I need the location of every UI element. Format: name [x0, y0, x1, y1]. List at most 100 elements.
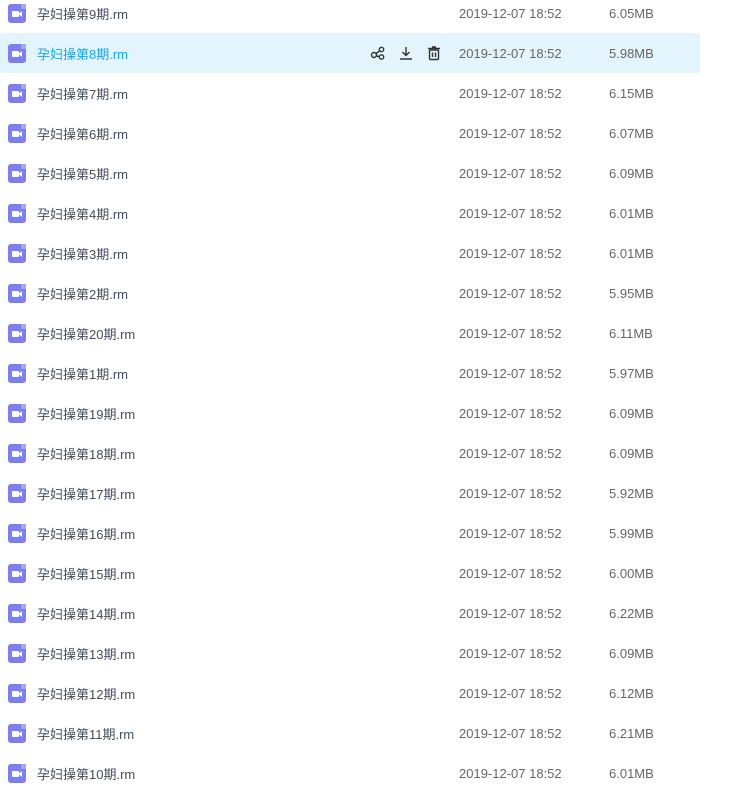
- file-name[interactable]: 孕妇操第10期.rm: [37, 764, 135, 783]
- file-size: 5.97MB: [609, 365, 654, 381]
- video-file-icon: [8, 164, 26, 183]
- file-size: 6.09MB: [609, 645, 654, 661]
- file-date: 2019-12-07 18:52: [459, 365, 562, 381]
- file-size: 6.21MB: [609, 725, 654, 741]
- file-size: 5.95MB: [609, 285, 654, 301]
- file-row[interactable]: 孕妇操第9期.rm 2019-12-07 18:52 6.05MB: [0, 0, 700, 33]
- file-row[interactable]: 孕妇操第19期.rm 2019-12-07 18:52 6.09MB: [0, 393, 700, 433]
- file-size: 6.07MB: [609, 125, 654, 141]
- file-date: 2019-12-07 18:52: [459, 165, 562, 181]
- download-icon[interactable]: [398, 45, 414, 61]
- file-row[interactable]: 孕妇操第10期.rm 2019-12-07 18:52 6.01MB: [0, 753, 700, 793]
- video-file-icon: [8, 724, 26, 743]
- file-row[interactable]: 孕妇操第11期.rm 2019-12-07 18:52 6.21MB: [0, 713, 700, 753]
- file-name[interactable]: 孕妇操第18期.rm: [37, 444, 135, 463]
- file-size: 5.92MB: [609, 485, 654, 501]
- video-file-icon: [8, 204, 26, 223]
- file-row[interactable]: 孕妇操第4期.rm 2019-12-07 18:52 6.01MB: [0, 193, 700, 233]
- file-date: 2019-12-07 18:52: [459, 85, 562, 101]
- file-row[interactable]: 孕妇操第3期.rm 2019-12-07 18:52 6.01MB: [0, 233, 700, 273]
- video-file-icon: [8, 404, 26, 423]
- delete-icon[interactable]: [426, 45, 442, 61]
- video-file-icon: [8, 444, 26, 463]
- file-name[interactable]: 孕妇操第17期.rm: [37, 484, 135, 503]
- file-row[interactable]: 孕妇操第2期.rm 2019-12-07 18:52 5.95MB: [0, 273, 700, 313]
- video-file-icon: [8, 644, 26, 663]
- file-size: 6.15MB: [609, 85, 654, 101]
- file-name[interactable]: 孕妇操第8期.rm: [37, 44, 128, 63]
- file-date: 2019-12-07 18:52: [459, 45, 562, 61]
- file-row[interactable]: 孕妇操第12期.rm 2019-12-07 18:52 6.12MB: [0, 673, 700, 713]
- video-file-icon: [8, 4, 26, 23]
- file-row[interactable]: 孕妇操第16期.rm 2019-12-07 18:52 5.99MB: [0, 513, 700, 553]
- file-row[interactable]: 孕妇操第6期.rm 2019-12-07 18:52 6.07MB: [0, 113, 700, 153]
- file-name[interactable]: 孕妇操第3期.rm: [37, 244, 128, 263]
- file-name[interactable]: 孕妇操第2期.rm: [37, 284, 128, 303]
- file-size: 6.01MB: [609, 765, 654, 781]
- file-size: 6.22MB: [609, 605, 654, 621]
- video-file-icon: [8, 244, 26, 263]
- file-row[interactable]: 孕妇操第8期.rm 2019-12-07 18:52 5.98MB: [0, 33, 700, 73]
- file-date: 2019-12-07 18:52: [459, 125, 562, 141]
- file-size: 6.00MB: [609, 565, 654, 581]
- file-name[interactable]: 孕妇操第13期.rm: [37, 644, 135, 663]
- file-date: 2019-12-07 18:52: [459, 5, 562, 21]
- file-name[interactable]: 孕妇操第14期.rm: [37, 604, 135, 623]
- video-file-icon: [8, 84, 26, 103]
- file-name[interactable]: 孕妇操第16期.rm: [37, 524, 135, 543]
- file-date: 2019-12-07 18:52: [459, 765, 562, 781]
- file-date: 2019-12-07 18:52: [459, 405, 562, 421]
- file-date: 2019-12-07 18:52: [459, 325, 562, 341]
- file-name[interactable]: 孕妇操第15期.rm: [37, 564, 135, 583]
- file-name[interactable]: 孕妇操第20期.rm: [37, 324, 135, 343]
- file-row[interactable]: 孕妇操第20期.rm 2019-12-07 18:52 6.11MB: [0, 313, 700, 353]
- file-size: 6.11MB: [609, 325, 653, 341]
- file-name[interactable]: 孕妇操第7期.rm: [37, 84, 128, 103]
- file-size: 5.98MB: [609, 45, 654, 61]
- video-file-icon: [8, 124, 26, 143]
- video-file-icon: [8, 604, 26, 623]
- video-file-icon: [8, 764, 26, 783]
- video-file-icon: [8, 484, 26, 503]
- video-file-icon: [8, 524, 26, 543]
- file-name[interactable]: 孕妇操第6期.rm: [37, 124, 128, 143]
- file-date: 2019-12-07 18:52: [459, 445, 562, 461]
- file-row[interactable]: 孕妇操第1期.rm 2019-12-07 18:52 5.97MB: [0, 353, 700, 393]
- file-name[interactable]: 孕妇操第12期.rm: [37, 684, 135, 703]
- file-row[interactable]: 孕妇操第14期.rm 2019-12-07 18:52 6.22MB: [0, 593, 700, 633]
- file-row[interactable]: 孕妇操第5期.rm 2019-12-07 18:52 6.09MB: [0, 153, 700, 193]
- file-name[interactable]: 孕妇操第4期.rm: [37, 204, 128, 223]
- file-date: 2019-12-07 18:52: [459, 245, 562, 261]
- file-size: 6.12MB: [609, 685, 654, 701]
- file-row[interactable]: 孕妇操第15期.rm 2019-12-07 18:52 6.00MB: [0, 553, 700, 593]
- file-size: 6.09MB: [609, 445, 654, 461]
- file-name[interactable]: 孕妇操第1期.rm: [37, 364, 128, 383]
- video-file-icon: [8, 564, 26, 583]
- file-date: 2019-12-07 18:52: [459, 725, 562, 741]
- file-date: 2019-12-07 18:52: [459, 605, 562, 621]
- file-list: 孕妇操第9期.rm 2019-12-07 18:52 6.05MB 孕妇操第8期.rm…: [0, 0, 700, 793]
- file-name[interactable]: 孕妇操第19期.rm: [37, 404, 135, 423]
- video-file-icon: [8, 324, 26, 343]
- video-file-icon: [8, 44, 26, 63]
- share-icon[interactable]: [370, 45, 386, 61]
- video-file-icon: [8, 284, 26, 303]
- file-date: 2019-12-07 18:52: [459, 565, 562, 581]
- file-name[interactable]: 孕妇操第5期.rm: [37, 164, 128, 183]
- file-date: 2019-12-07 18:52: [459, 685, 562, 701]
- file-date: 2019-12-07 18:52: [459, 205, 562, 221]
- file-name[interactable]: 孕妇操第11期.rm: [37, 724, 134, 743]
- file-size: 6.01MB: [609, 245, 654, 261]
- row-actions: [370, 45, 442, 61]
- file-size: 6.05MB: [609, 5, 654, 21]
- file-row[interactable]: 孕妇操第7期.rm 2019-12-07 18:52 6.15MB: [0, 73, 700, 113]
- file-size: 5.99MB: [609, 525, 654, 541]
- file-row[interactable]: 孕妇操第13期.rm 2019-12-07 18:52 6.09MB: [0, 633, 700, 673]
- video-file-icon: [8, 684, 26, 703]
- file-size: 6.09MB: [609, 165, 654, 181]
- file-name[interactable]: 孕妇操第9期.rm: [37, 4, 128, 23]
- file-row[interactable]: 孕妇操第18期.rm 2019-12-07 18:52 6.09MB: [0, 433, 700, 473]
- file-date: 2019-12-07 18:52: [459, 485, 562, 501]
- file-row[interactable]: 孕妇操第17期.rm 2019-12-07 18:52 5.92MB: [0, 473, 700, 513]
- file-size: 6.01MB: [609, 205, 654, 221]
